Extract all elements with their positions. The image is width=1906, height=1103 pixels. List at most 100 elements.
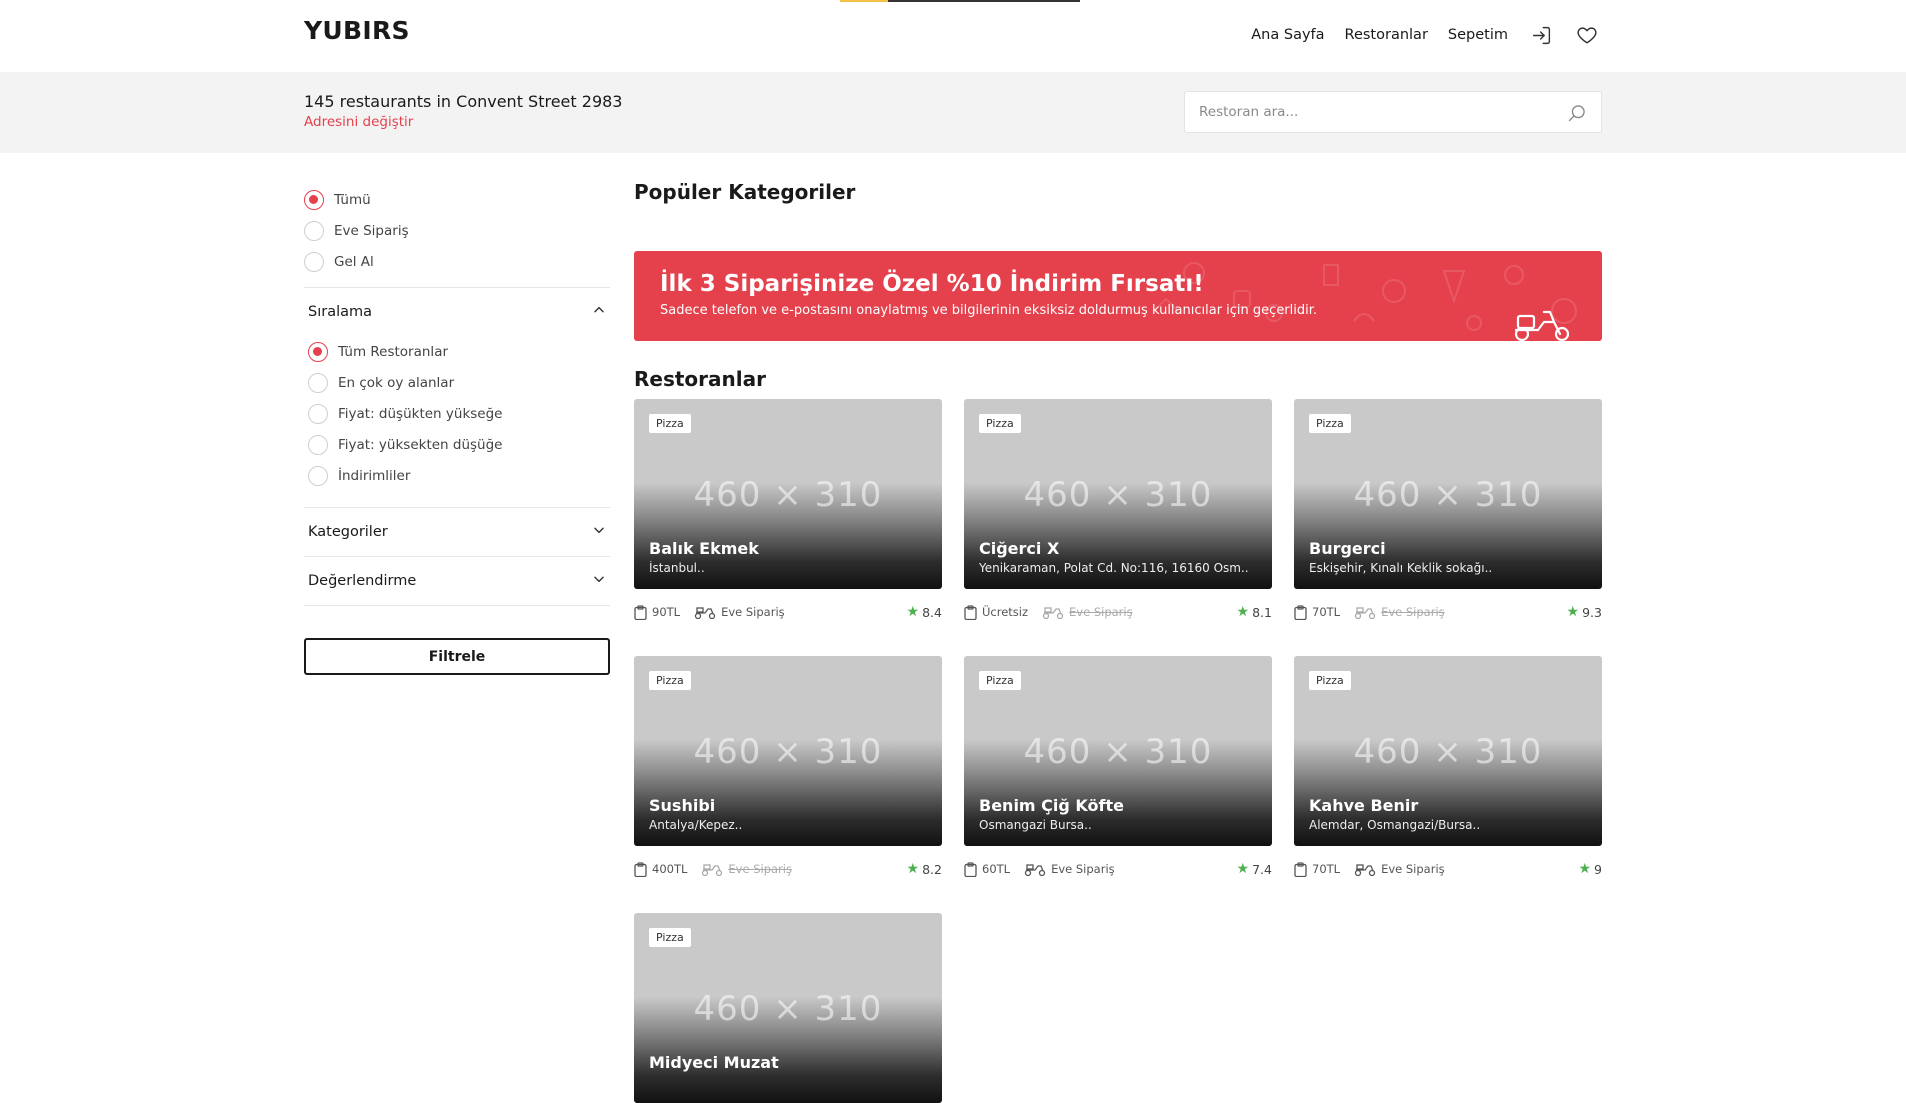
min-price: Ücretsiz <box>964 604 1029 620</box>
restaurant-card[interactable]: 460 × 310 Pizza Burgerci Eskişehir, Kına… <box>1294 399 1602 629</box>
star-icon: ★ <box>906 861 920 877</box>
heart-icon[interactable] <box>1574 22 1600 48</box>
star-icon: ★ <box>906 604 920 620</box>
main-nav: Ana Sayfa Restoranlar Sepetim <box>1251 22 1600 48</box>
scooter-icon <box>1042 606 1064 619</box>
restaurant-name: Burgerci <box>1309 539 1386 558</box>
sort-accordion-header[interactable]: Sıralama <box>304 288 610 336</box>
banner-title: İlk 3 Siparişinize Özel %10 İndirim Fırs… <box>660 271 1204 297</box>
nav-restaurants[interactable]: Restoranlar <box>1345 27 1428 43</box>
rating-value: 9 <box>1594 861 1602 877</box>
radio-label: Fiyat: yüksekten düşüğe <box>338 436 503 453</box>
nav-cart[interactable]: Sepetim <box>1448 27 1508 43</box>
sort-price-desc[interactable]: Fiyat: yüksekten düşüğe <box>308 429 610 460</box>
restaurant-card[interactable]: 460 × 310 Pizza Midyeci Muzat <box>634 913 942 1103</box>
category-tag: Pizza <box>649 671 691 690</box>
restaurant-image[interactable]: 460 × 310 Pizza Kahve Benir Alemdar, Osm… <box>1294 656 1602 846</box>
search-input[interactable] <box>1185 92 1545 132</box>
promo-banner[interactable]: İlk 3 Siparişinize Özel %10 İndirim Fırs… <box>634 251 1602 341</box>
rating: ★ 8.1 <box>1237 604 1272 620</box>
star-icon: ★ <box>1578 861 1592 877</box>
restaurant-image[interactable]: 460 × 310 Pizza Sushibi Antalya/Kepez.. <box>634 656 942 846</box>
restaurants-title: Restoranlar <box>634 367 766 391</box>
restaurant-name: Midyeci Muzat <box>649 1053 779 1072</box>
categories-title: Kategoriler <box>308 524 388 540</box>
category-tag: Pizza <box>1309 671 1351 690</box>
login-icon[interactable] <box>1528 22 1554 48</box>
restaurant-image[interactable]: 460 × 310 Pizza Midyeci Muzat <box>634 913 942 1103</box>
clipboard-icon <box>1294 604 1307 620</box>
min-price: 90TL <box>634 604 681 620</box>
delivery-status: Eve Sipariş <box>1024 862 1115 876</box>
clipboard-icon <box>964 861 977 877</box>
radio-selected[interactable] <box>304 189 324 210</box>
radio-label: Tüm Restoranlar <box>338 343 449 360</box>
radio-label: Fiyat: düşükten yükseğe <box>338 405 503 422</box>
restaurant-image[interactable]: 460 × 310 Pizza Ciğerci X Yenikaraman, P… <box>964 399 1272 589</box>
change-address-link[interactable]: Adresini değiştir <box>304 114 413 130</box>
restaurant-card[interactable]: 460 × 310 Pizza Balık Ekmek İstanbul.. 9… <box>634 399 942 629</box>
radio-label: İndirimliler <box>338 467 411 484</box>
scooter-icon <box>1354 606 1376 619</box>
radio-pickup[interactable]: Gel Al <box>304 246 610 277</box>
image-placeholder-text: 460 × 310 <box>1023 475 1213 515</box>
star-icon: ★ <box>1566 604 1580 620</box>
price-value: 400TL <box>652 862 688 876</box>
restaurant-meta: Ücretsiz Eve Sipariş ★ 8.1 <box>964 595 1272 629</box>
radio-delivery[interactable]: Eve Sipariş <box>304 215 610 246</box>
restaurant-image[interactable]: 460 × 310 Pizza Burgerci Eskişehir, Kına… <box>1294 399 1602 589</box>
image-placeholder-text: 460 × 310 <box>1023 732 1213 772</box>
restaurant-card[interactable]: 460 × 310 Pizza Benim Çiğ Köfte Osmangaz… <box>964 656 1272 886</box>
sort-all-restaurants[interactable]: Tüm Restoranlar <box>308 336 610 367</box>
restaurant-card[interactable]: 460 × 310 Pizza Kahve Benir Alemdar, Osm… <box>1294 656 1602 886</box>
rating: ★ 8.2 <box>907 861 942 877</box>
radio-unselected[interactable] <box>304 251 324 272</box>
restaurant-meta: 70TL Eve Sipariş ★ 9 <box>1294 852 1602 886</box>
restaurant-name: Benim Çiğ Köfte <box>979 796 1124 815</box>
delivery-label: Eve Sipariş <box>1069 605 1133 619</box>
restaurant-image[interactable]: 460 × 310 Pizza Balık Ekmek İstanbul.. <box>634 399 942 589</box>
category-tag: Pizza <box>1309 414 1351 433</box>
category-tag: Pizza <box>979 414 1021 433</box>
rating-value: 8.4 <box>922 604 942 620</box>
popular-categories-title: Popüler Kategoriler <box>634 180 856 204</box>
categories-accordion-header[interactable]: Kategoriler <box>304 508 610 556</box>
radio-all[interactable]: Tümü <box>304 184 610 215</box>
rating-accordion-header[interactable]: Değerlendirme <box>304 557 610 605</box>
search-icon[interactable] <box>1567 103 1587 127</box>
restaurant-address: Yenikaraman, Polat Cd. No:116, 16160 Osm… <box>979 561 1249 575</box>
image-placeholder-text: 460 × 310 <box>693 475 883 515</box>
sort-most-voted[interactable]: En çok oy alanlar <box>308 367 610 398</box>
radio-unselected[interactable] <box>308 465 328 486</box>
price-value: 90TL <box>652 605 681 619</box>
radio-selected[interactable] <box>308 341 328 362</box>
delivery-status: Eve Sipariş <box>1354 605 1445 619</box>
radio-label: Eve Sipariş <box>334 222 409 239</box>
scooter-icon <box>1354 863 1376 876</box>
restaurant-card[interactable]: 460 × 310 Pizza Sushibi Antalya/Kepez.. … <box>634 656 942 886</box>
category-tag: Pizza <box>649 928 691 947</box>
radio-label: Gel Al <box>334 253 374 270</box>
filter-button[interactable]: Filtrele <box>304 638 610 675</box>
sort-title: Sıralama <box>308 304 373 320</box>
delivery-label: Eve Sipariş <box>1051 862 1115 876</box>
rating: ★ 8.4 <box>907 604 942 620</box>
sort-options: Tüm Restoranlar En çok oy alanlar Fiyat:… <box>304 336 610 497</box>
price-value: Ücretsiz <box>982 605 1029 619</box>
radio-unselected[interactable] <box>304 220 324 241</box>
delivery-status: Eve Sipariş <box>1354 862 1445 876</box>
rating-title: Değerlendirme <box>308 573 417 589</box>
restaurant-meta: 400TL Eve Sipariş ★ 8.2 <box>634 852 942 886</box>
delivery-label: Eve Sipariş <box>728 862 792 876</box>
sort-discounted[interactable]: İndirimliler <box>308 460 610 491</box>
radio-unselected[interactable] <box>308 372 328 393</box>
restaurant-image[interactable]: 460 × 310 Pizza Benim Çiğ Köfte Osmangaz… <box>964 656 1272 846</box>
radio-unselected[interactable] <box>308 434 328 455</box>
delivery-status: Eve Sipariş <box>701 862 792 876</box>
restaurant-card[interactable]: 460 × 310 Pizza Ciğerci X Yenikaraman, P… <box>964 399 1272 629</box>
site-logo[interactable]: YUBIRS <box>304 16 410 45</box>
nav-home[interactable]: Ana Sayfa <box>1251 27 1324 43</box>
radio-unselected[interactable] <box>308 403 328 424</box>
page-load-progress <box>840 0 1080 2</box>
sort-price-asc[interactable]: Fiyat: düşükten yükseğe <box>308 398 610 429</box>
